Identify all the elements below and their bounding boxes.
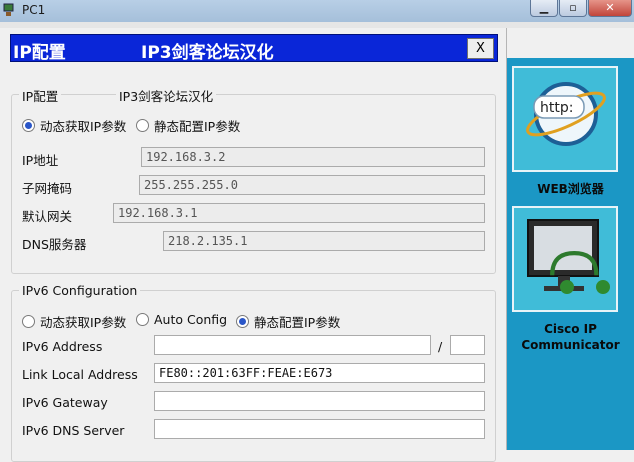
ipv6-static-radio-dot[interactable] [236, 315, 249, 328]
ip-communicator-icon [527, 219, 610, 294]
ipv6-dns-server-label: IPv6 DNS Server [22, 423, 125, 438]
subnet-mask-label: 子网掩码 [22, 181, 73, 196]
prefix-separator: / [438, 339, 443, 354]
ipv6-gateway-label: IPv6 Gateway [22, 395, 108, 410]
default-gateway-label: 默认网关 [22, 209, 73, 224]
ipv6-group-legend: IPv6 Configuration [19, 283, 141, 298]
dns-server-label: DNS服务器 [22, 237, 87, 252]
ipv6-auto-radio[interactable]: Auto Config [136, 312, 227, 327]
window-controls: ▁ ▫ ✕ [530, 0, 632, 17]
ipv4-static-radio[interactable]: 静态配置IP参数 [136, 116, 240, 135]
ipv6-dns-server-field[interactable] [154, 419, 485, 439]
pc-app-icon [3, 3, 14, 16]
web-icon-text: http: [540, 100, 573, 116]
ipv6-gateway-field[interactable] [154, 391, 485, 411]
maximize-icon[interactable]: ▫ [559, 0, 587, 17]
desktop-app-panel: http: WEB浏览器 Cisco IP Communicator [507, 28, 634, 450]
window-title: PC1 [22, 3, 46, 17]
ipv4-static-label: 静态配置IP参数 [154, 119, 241, 134]
default-gateway-field[interactable]: 192.168.3.1 [113, 203, 485, 223]
ipv4-dhcp-radio[interactable]: 动态获取IP参数 [22, 116, 126, 135]
link-local-address-field[interactable]: FE80::201:63FF:FEAE:E673 [154, 363, 485, 383]
ip-address-label: IP地址 [22, 153, 59, 168]
dialog-subtitle: IP3剑客论坛汉化 [141, 43, 274, 63]
ipv6-dhcp-radio-dot[interactable] [22, 315, 35, 328]
close-icon[interactable]: ✕ [588, 0, 632, 17]
dialog-title: IP配置 [13, 43, 66, 63]
ipv4-group-legend: IP配置 [19, 86, 62, 105]
dns-server-field[interactable]: 218.2.135.1 [163, 231, 485, 251]
ipv6-static-label: 静态配置IP参数 [254, 315, 341, 330]
ip-communicator-tile[interactable] [512, 206, 618, 312]
subnet-mask-field[interactable]: 255.255.255.0 [139, 175, 485, 195]
ipv6-prefix-length-field[interactable] [450, 335, 485, 355]
ipv6-address-label: IPv6 Address [22, 339, 103, 354]
ip-communicator-label-line1: Cisco IP [544, 322, 597, 336]
desktop-app-panel-background: http: WEB浏览器 Cisco IP Communicator [507, 58, 634, 450]
ipv6-dhcp-label: 动态获取IP参数 [40, 315, 127, 330]
ip-communicator-label-line2: Communicator [521, 338, 620, 352]
ip-config-dialog: IP配置 IP3剑客论坛汉化 X IP配置 IP3剑客论坛汉化 动态获取IP参数… [0, 28, 507, 462]
ipv6-address-field[interactable] [154, 335, 431, 355]
dialog-header: IP配置 IP3剑客论坛汉化 X [10, 34, 498, 63]
ipv4-dhcp-label: 动态获取IP参数 [40, 119, 127, 134]
ipv6-dhcp-radio[interactable]: 动态获取IP参数 [22, 312, 126, 331]
ip-address-field[interactable]: 192.168.3.2 [141, 147, 485, 167]
ipv6-auto-label: Auto Config [154, 312, 228, 327]
web-browser-label: WEB浏览器 [537, 182, 604, 196]
ipv6-static-radio[interactable]: 静态配置IP参数 [236, 312, 340, 331]
dialog-close-button[interactable]: X [467, 38, 494, 59]
ipv6-auto-radio-dot[interactable] [136, 313, 149, 326]
web-browser-tile[interactable]: http: [512, 66, 618, 172]
ipv4-static-radio-dot[interactable] [136, 119, 149, 132]
ipv4-group-legend-sub: IP3剑客论坛汉化 [116, 86, 217, 105]
minimize-icon[interactable]: ▁ [530, 0, 558, 17]
ipv4-dhcp-radio-dot[interactable] [22, 119, 35, 132]
web-browser-icon: http: [526, 82, 606, 146]
link-local-address-label: Link Local Address [22, 367, 138, 382]
window-titlebar: PC1 ▁ ▫ ✕ [0, 0, 634, 23]
